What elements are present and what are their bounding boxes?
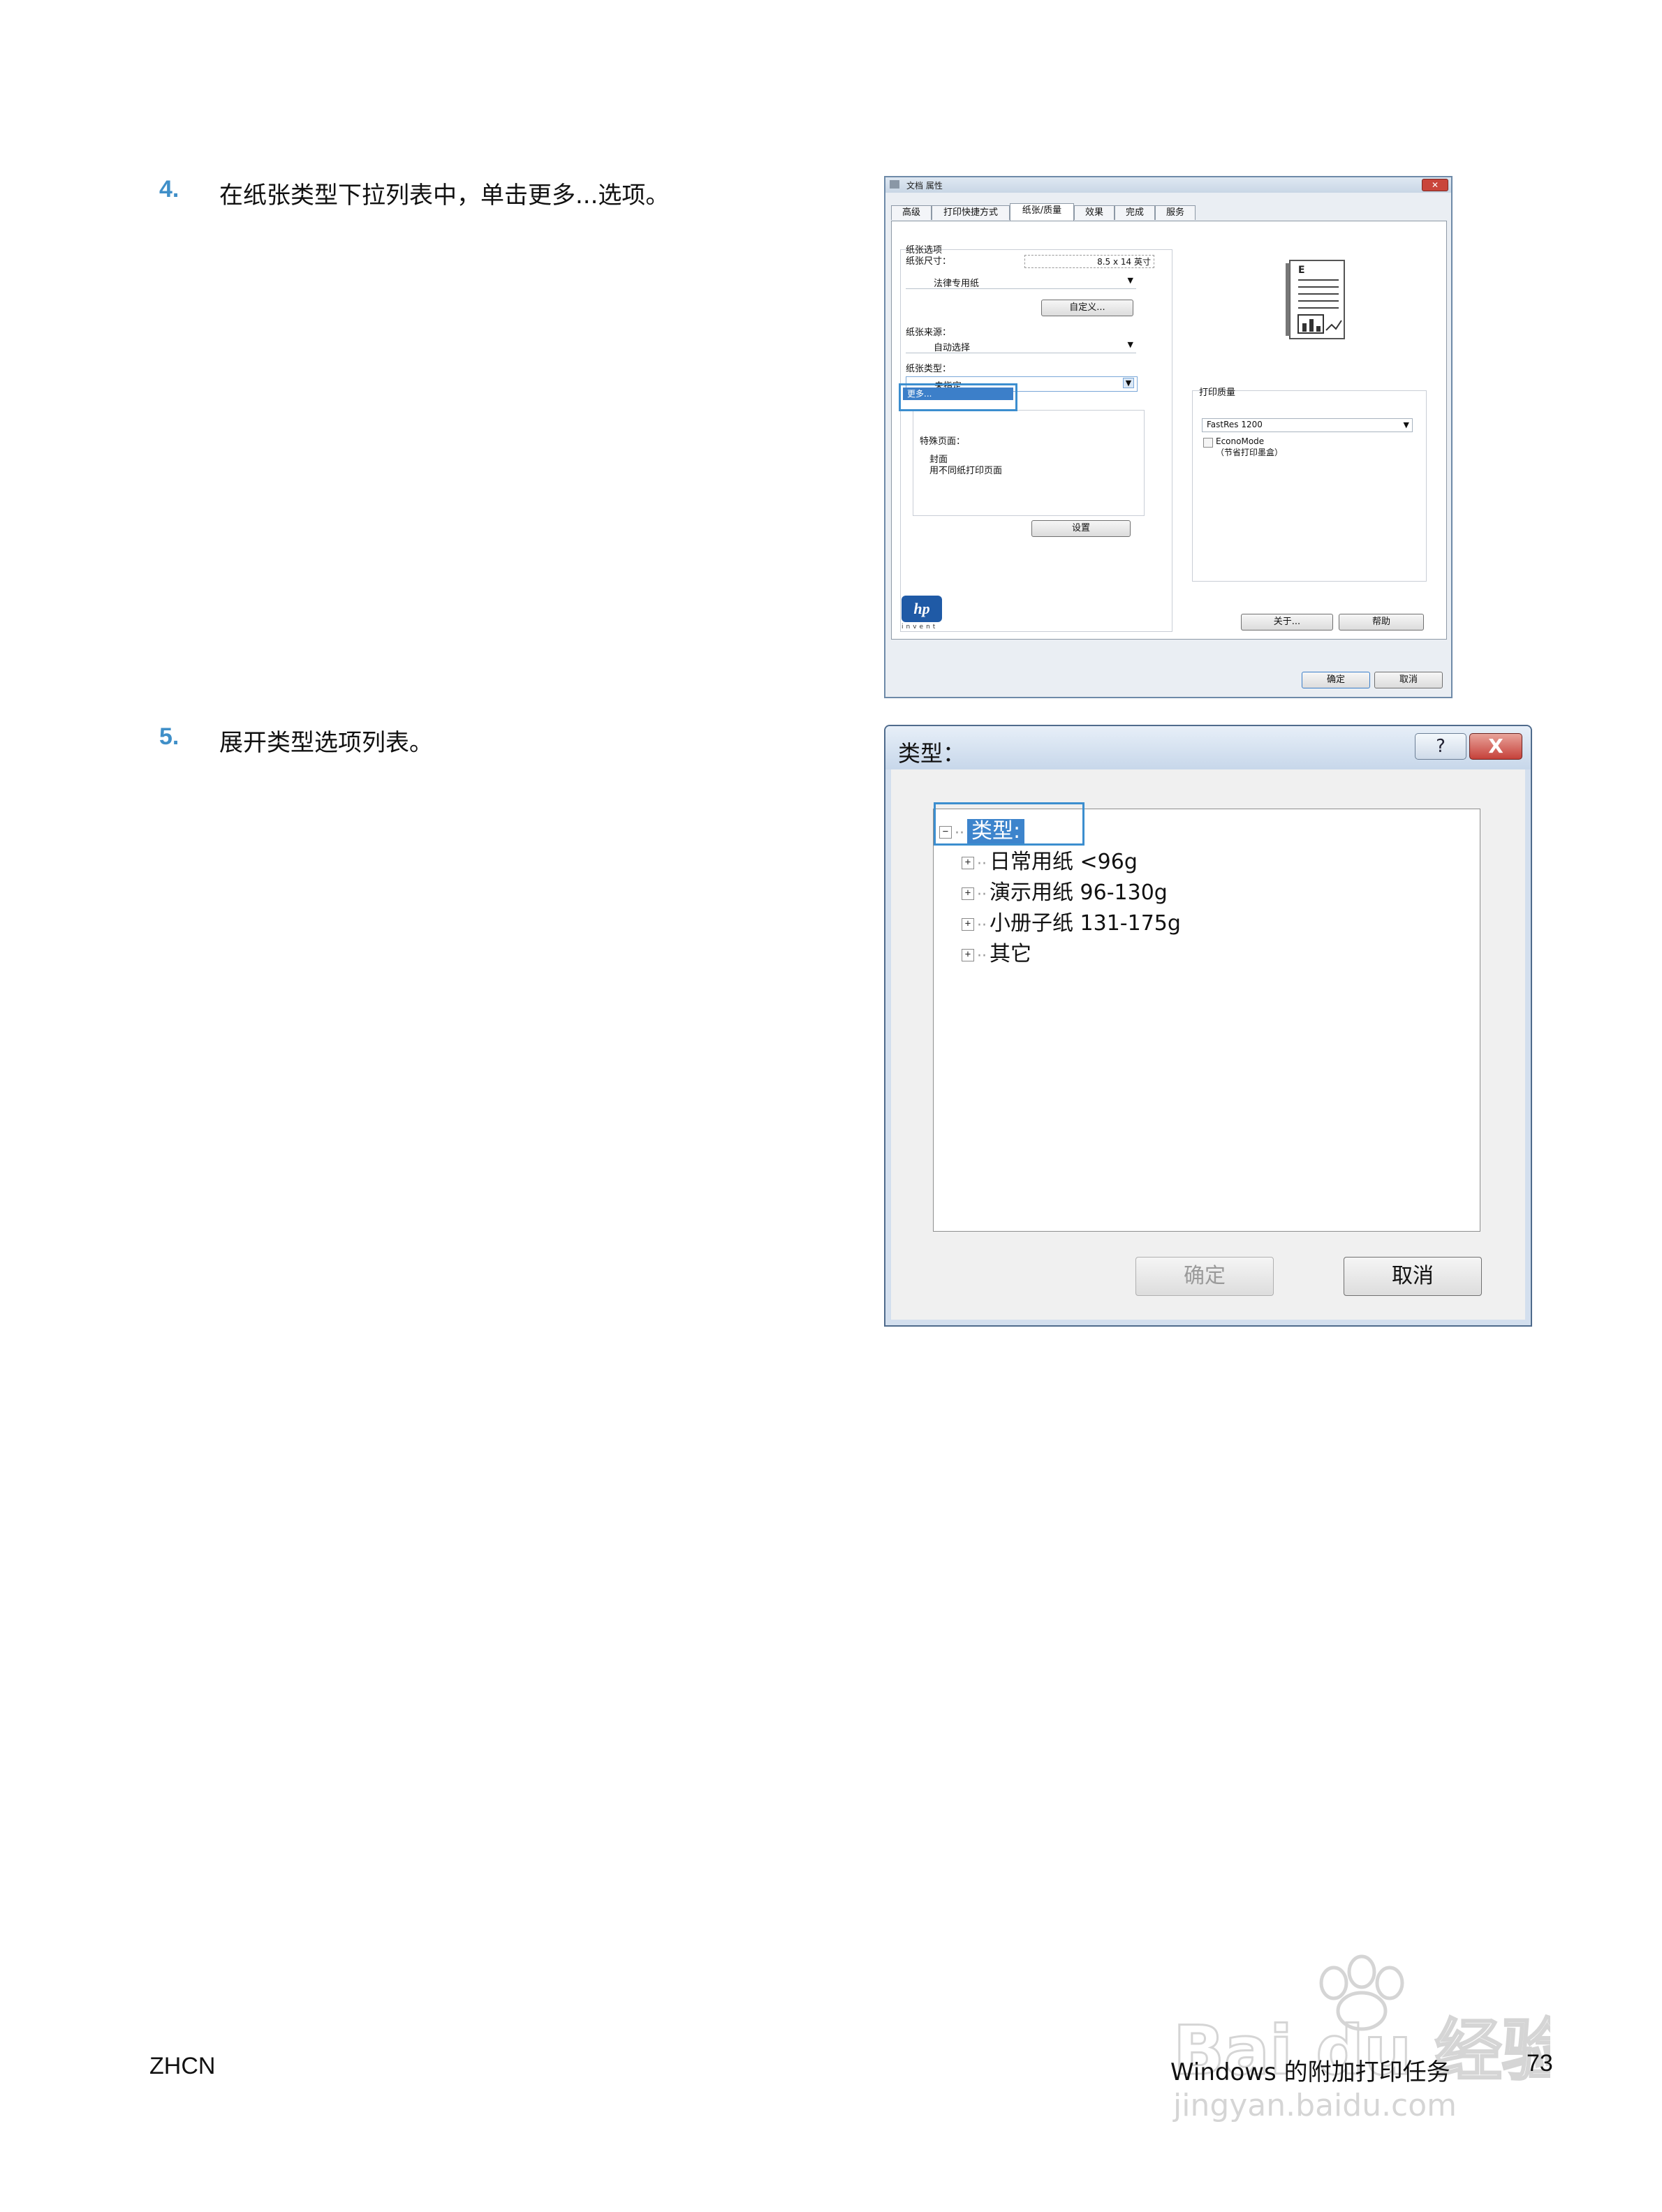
- about-button[interactable]: 关于...: [1241, 614, 1333, 631]
- step-text: 展开类型选项列表。: [219, 729, 433, 757]
- help-button[interactable]: 帮助: [1339, 614, 1424, 631]
- dropdown-option-more[interactable]: 更多...: [903, 388, 1013, 400]
- combo-value: FastRes 1200: [1207, 420, 1263, 429]
- paper-type-label: 纸张类型：: [906, 364, 952, 374]
- type-tree: − ·· 类型: + ·· 日常用纸 <96g + ·· 演示用纸 96-130g + ·· 小…: [933, 802, 1480, 1232]
- tree-connector: ··: [977, 855, 987, 873]
- ok-button[interactable]: 确定: [1135, 1257, 1274, 1296]
- chevron-down-icon: ▼: [1127, 340, 1133, 349]
- chevron-down-icon: ▼: [1123, 378, 1134, 388]
- tree-connector: ··: [977, 948, 987, 965]
- expand-icon[interactable]: +: [962, 887, 974, 900]
- hp-logo: hp invent: [902, 596, 945, 639]
- root-highlight-frame: [934, 802, 1084, 846]
- combo-value: 自动选择: [934, 343, 971, 353]
- close-button[interactable]: ✕: [1422, 179, 1448, 191]
- special-pages-item[interactable]: 用不同纸打印页面: [929, 463, 1002, 476]
- econo-mode-note: （节省打印墨盒）: [1216, 448, 1284, 457]
- paper-size-combo[interactable]: 法律专用纸 ▼: [906, 274, 1136, 289]
- dialog-title: 文档 属性: [906, 181, 943, 191]
- paper-size-label: 纸张尺寸：: [906, 256, 952, 267]
- tree-item-label: 其它: [990, 942, 1031, 966]
- paper-quality-panel: 纸张选项 纸张尺寸： 8.5 x 14 英寸 法律专用纸 ▼ 自定义... 纸张…: [891, 221, 1447, 640]
- step-text: 在纸张类型下拉列表中，单击更多...选项。: [219, 182, 670, 209]
- dialog-client: − ·· 类型: + ·· 日常用纸 <96g + ·· 演示用纸 96-130g + ·· 小…: [891, 769, 1525, 1320]
- cancel-button[interactable]: 取消: [1344, 1257, 1482, 1296]
- svg-text:E: E: [1298, 265, 1305, 276]
- tab-advanced[interactable]: 高级: [891, 205, 932, 220]
- tree-item[interactable]: + ·· 其它: [962, 936, 1031, 967]
- expand-icon[interactable]: +: [962, 856, 974, 869]
- tree-item[interactable]: + ·· 小册子纸 131-175g: [962, 906, 1181, 936]
- tree-item-label: 日常用纸 <96g: [990, 850, 1138, 874]
- chevron-down-icon: ▼: [1127, 276, 1133, 285]
- ok-button[interactable]: 确定: [1302, 672, 1370, 688]
- tree-item[interactable]: + ·· 演示用纸 96-130g: [962, 875, 1168, 906]
- chevron-down-icon: ▼: [1403, 420, 1409, 429]
- expand-icon[interactable]: +: [962, 917, 974, 931]
- combo-value: 法律专用纸: [934, 279, 980, 289]
- step-number: 5.: [159, 723, 179, 750]
- print-quality-label: 打印质量: [1199, 388, 1236, 398]
- tree-item-label: 演示用纸 96-130g: [990, 880, 1168, 905]
- tab-effects[interactable]: 效果: [1074, 205, 1115, 220]
- help-button[interactable]: ?: [1415, 733, 1466, 760]
- paper-source-label: 纸张来源：: [906, 327, 952, 338]
- watermark-url: jingyan.baidu.com: [1172, 2088, 1457, 2123]
- type-dialog: 类型： ? X − ·· 类型: + ·· 日常用纸 <96g + ·· 演示用纸 96-1…: [884, 725, 1532, 1327]
- document-properties-dialog: 文档 属性 ✕ 高级 打印快捷方式 纸张/质量 效果 完成 服务 纸张选项 纸张…: [884, 176, 1453, 698]
- custom-button[interactable]: 自定义...: [1041, 300, 1133, 316]
- paper-size-value: 8.5 x 14 英寸: [1024, 255, 1154, 268]
- tree-item[interactable]: + ·· 日常用纸 <96g: [962, 844, 1138, 875]
- tab-paper-quality[interactable]: 纸张/质量: [1010, 203, 1074, 221]
- tree-connector: ··: [977, 917, 987, 934]
- printer-icon: [890, 180, 899, 189]
- cancel-button[interactable]: 取消: [1374, 672, 1443, 688]
- tree-item-label: 小册子纸 131-175g: [990, 911, 1181, 936]
- footer-locale: ZHCN: [149, 2053, 216, 2079]
- footer-section-title: Windows 的附加打印任务: [1170, 2058, 1450, 2086]
- special-pages-label: 特殊页面：: [920, 436, 966, 447]
- hp-logo-sub: invent: [902, 624, 939, 631]
- paper-preview-icon: E: [1283, 258, 1347, 344]
- tree-connector: ··: [977, 886, 987, 904]
- econo-mode-label: EconoMode: [1216, 436, 1265, 446]
- settings-button[interactable]: 设置: [1031, 520, 1131, 537]
- close-button[interactable]: X: [1469, 733, 1522, 760]
- print-quality-combo[interactable]: FastRes 1200 ▼: [1202, 418, 1413, 432]
- dialog-title: 类型：: [898, 740, 966, 767]
- expand-icon[interactable]: +: [962, 948, 974, 961]
- hp-logo-mark: hp: [902, 596, 942, 622]
- dialog-titlebar: 类型： ? X: [885, 726, 1531, 769]
- page-number: 73: [1527, 2050, 1553, 2077]
- baidu-watermark: Bai du 经验 jingyan.baidu.com: [1159, 1941, 1570, 2123]
- tab-finishing[interactable]: 完成: [1115, 205, 1155, 220]
- paper-source-combo[interactable]: 自动选择 ▼: [906, 339, 1136, 353]
- tab-services[interactable]: 服务: [1155, 205, 1196, 220]
- econo-mode-checkbox[interactable]: [1203, 438, 1213, 448]
- dialog-titlebar: 文档 属性 ✕: [885, 177, 1451, 193]
- step-number: 4.: [159, 176, 179, 202]
- tab-shortcuts[interactable]: 打印快捷方式: [932, 205, 1010, 220]
